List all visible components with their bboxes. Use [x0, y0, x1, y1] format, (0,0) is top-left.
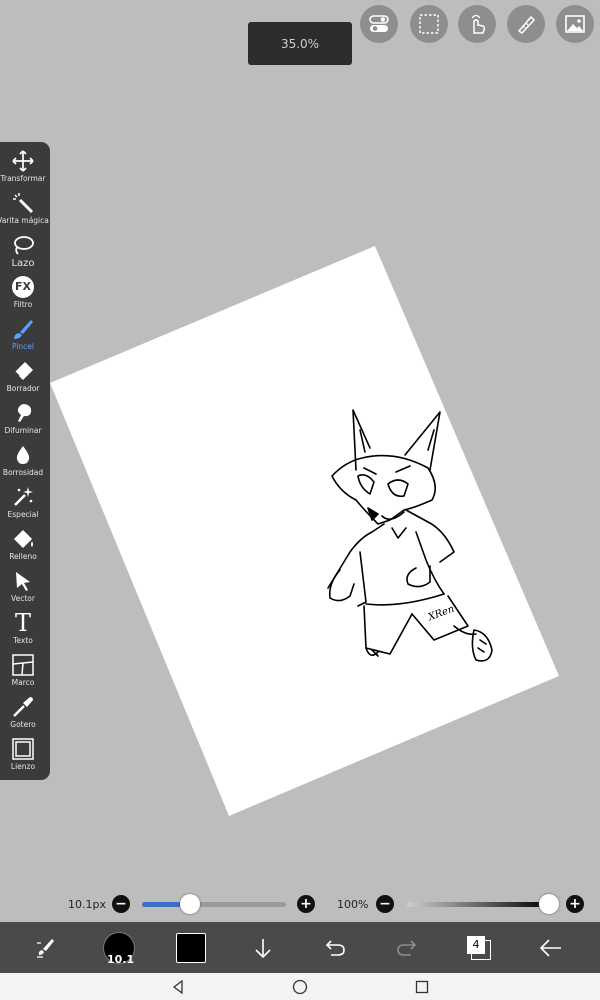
- download-button[interactable]: [246, 922, 280, 973]
- cursor-arrow-icon: [16, 572, 30, 591]
- lasso-icon: [14, 236, 34, 255]
- canvas-page: [50, 246, 559, 816]
- opacity-slider[interactable]: [407, 902, 549, 907]
- tool-label: Relleno: [9, 552, 37, 561]
- sparkle-icon: [14, 487, 33, 506]
- blur-drop-icon: [16, 446, 30, 464]
- tool-label: Pincel: [11, 342, 35, 351]
- tool-label: Borrador: [6, 384, 40, 393]
- tools-panel: Transformar Varita mágica Lazo FX Filtro…: [0, 142, 50, 780]
- tool-lienzo[interactable]: Lienzo: [0, 736, 46, 778]
- recents-nav-icon: [415, 980, 429, 994]
- download-icon: [255, 938, 271, 958]
- ruler-pen-icon: [517, 15, 536, 34]
- smudge-icon: [17, 404, 32, 422]
- layers-count: 4: [467, 935, 485, 954]
- move-icon: [12, 150, 34, 172]
- zoom-indicator: 35.0%: [248, 22, 352, 65]
- tool-texto[interactable]: T Texto: [0, 610, 46, 652]
- tool-label: Especial: [7, 510, 39, 519]
- brush-size-handle[interactable]: [179, 894, 200, 914]
- nav-home-button[interactable]: [290, 977, 310, 997]
- reference-image-button[interactable]: [556, 5, 594, 43]
- redo-icon: [397, 939, 417, 956]
- tool-relleno[interactable]: Relleno: [0, 526, 46, 568]
- fx-icon: FX: [12, 276, 34, 298]
- eraser-icon: [14, 362, 33, 380]
- tool-label: Filtro: [13, 300, 33, 309]
- tool-label: Texto: [13, 636, 33, 645]
- frame-icon: [12, 654, 34, 676]
- brush-settings-button[interactable]: [28, 922, 66, 973]
- hand-touch-icon: [471, 14, 486, 34]
- ruler-button[interactable]: [507, 5, 545, 43]
- image-icon: [565, 15, 585, 33]
- color-swatch-fill: [176, 932, 206, 963]
- fill-bucket-icon: [14, 530, 33, 548]
- back-arrow-icon: [539, 938, 561, 957]
- brush-sliders: 10.1px − + 100% − +: [0, 888, 600, 920]
- tool-borrador[interactable]: Borrador: [0, 358, 46, 400]
- fox-sketch: [327, 409, 493, 662]
- tool-varita-magica[interactable]: Varita mágica: [0, 190, 49, 232]
- layers-button[interactable]: 4: [462, 922, 496, 973]
- opacity-handle[interactable]: [539, 894, 559, 914]
- redo-button[interactable]: [390, 922, 424, 973]
- undo-icon: [325, 939, 345, 956]
- tool-label: Vector: [11, 594, 35, 603]
- color-swatch[interactable]: [174, 922, 208, 973]
- tool-borrosidad[interactable]: Borrosidad: [0, 442, 46, 484]
- back-button[interactable]: [534, 922, 568, 973]
- tool-vector[interactable]: Vector: [0, 568, 46, 610]
- text-icon: T: [14, 609, 31, 637]
- opacity-increase-button[interactable]: +: [566, 895, 584, 913]
- tool-gotero[interactable]: Gotero: [0, 694, 46, 736]
- zoom-label: 35.0%: [280, 36, 320, 51]
- tool-filtro[interactable]: FX Filtro: [0, 274, 46, 316]
- tool-label: Varita mágica: [0, 216, 49, 225]
- brush-size-label: 10.1px: [68, 898, 106, 911]
- brush-size-slider[interactable]: [142, 902, 286, 907]
- selection-button[interactable]: [410, 5, 448, 43]
- brush-icon: [14, 320, 33, 339]
- tool-label: Lienzo: [10, 762, 36, 771]
- magic-wand-icon: [13, 193, 34, 214]
- tool-label: Difuminar: [4, 426, 42, 435]
- layers-icon: 4: [467, 935, 491, 960]
- tool-pincel[interactable]: Pincel: [0, 316, 46, 358]
- toggle-icon: [369, 15, 389, 32]
- nav-back-button[interactable]: [168, 977, 188, 997]
- home-nav-icon: [292, 979, 308, 995]
- brush-settings-icon: [37, 938, 54, 958]
- brush-size-decrease-button[interactable]: −: [112, 895, 130, 913]
- tool-especial[interactable]: Especial: [0, 484, 46, 526]
- undo-button[interactable]: [318, 922, 352, 973]
- brush-size-increase-button[interactable]: +: [297, 895, 315, 913]
- tool-transformar[interactable]: Transformar: [0, 148, 46, 190]
- tool-label: Marco: [11, 678, 35, 687]
- opacity-label: 100%: [337, 898, 369, 911]
- bottom-toolbar: 10.1 4: [0, 922, 600, 973]
- opacity-decrease-button[interactable]: −: [376, 895, 394, 913]
- selection-icon: [419, 14, 439, 34]
- toggle-button[interactable]: [360, 5, 398, 43]
- tool-label: Borrosidad: [2, 468, 44, 477]
- tool-label: Gotero: [10, 720, 36, 729]
- eyedropper-icon: [13, 697, 33, 717]
- drawing-canvas[interactable]: XRen: [0, 0, 600, 1000]
- system-nav-bar: [0, 973, 600, 1000]
- signature-text: XRen: [426, 604, 456, 624]
- tool-difuminar[interactable]: Difuminar: [0, 400, 46, 442]
- tool-marco[interactable]: Marco: [0, 652, 46, 694]
- tool-label: Lazo: [11, 258, 35, 269]
- nav-recents-button[interactable]: [412, 977, 432, 997]
- back-nav-icon: [172, 980, 183, 994]
- touch-button[interactable]: [458, 5, 496, 43]
- brush-size-badge: 10.1: [107, 952, 135, 966]
- canvas-icon: [12, 738, 34, 760]
- tool-lazo[interactable]: Lazo: [0, 232, 46, 274]
- brush-size-indicator[interactable]: 10.1: [102, 922, 136, 973]
- tool-label: Transformar: [0, 174, 46, 183]
